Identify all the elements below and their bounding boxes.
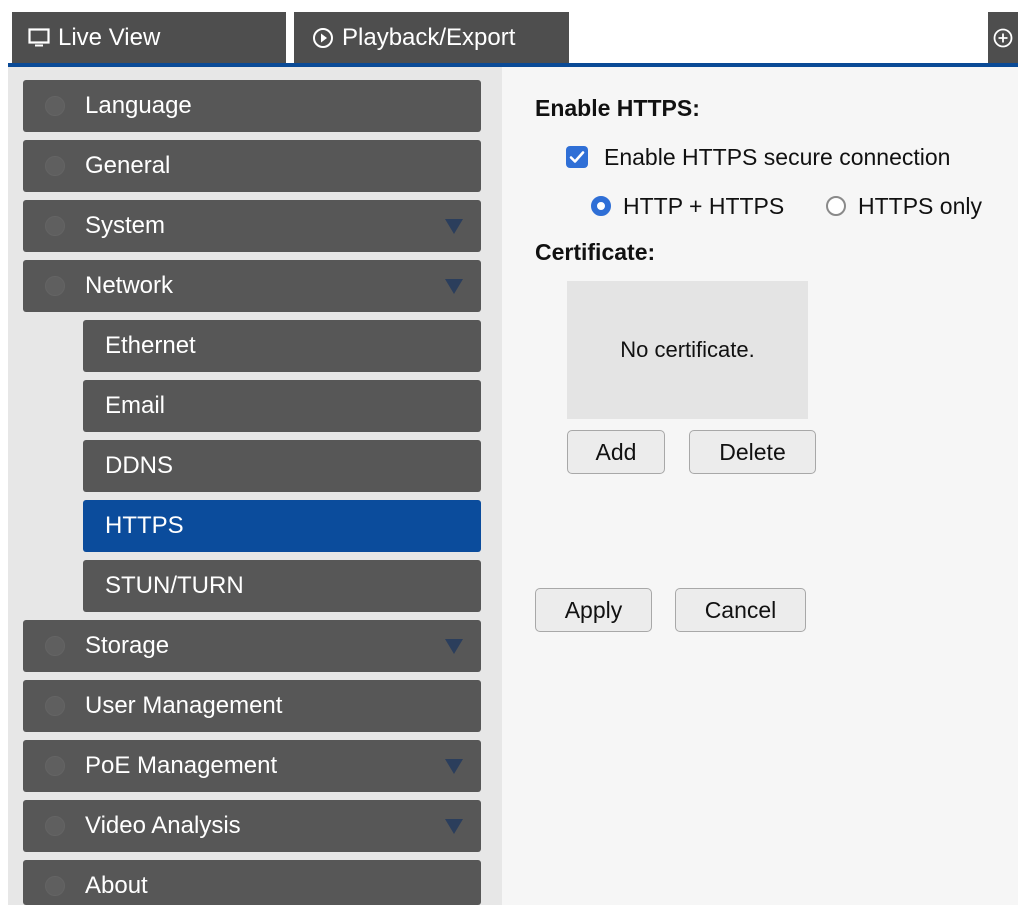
cancel-button[interactable]: Cancel [675,588,806,632]
settings-sidebar: Language General System Network Ethernet… [8,67,502,905]
radio-button-unselected[interactable] [826,196,846,216]
radio-https-only[interactable]: HTTPS only [826,191,982,221]
network-icon [45,276,65,296]
radio-button-selected[interactable] [591,196,611,216]
user-icon [45,696,65,716]
sidebar-item-label: Network [85,272,174,299]
general-icon [45,156,65,176]
sidebar-item-label: Video Analysis [85,812,241,839]
chevron-down-icon [445,219,463,234]
add-certificate-button[interactable]: Add [567,430,665,474]
tab-live-view[interactable]: Live View [12,12,286,64]
sidebar-item-label: About [85,872,148,899]
sidebar-item-poe-management[interactable]: PoE Management [23,740,481,792]
system-icon [45,216,65,236]
chevron-down-icon [445,759,463,774]
certificate-box: No certificate. [567,281,808,419]
certificate-status: No certificate. [620,337,755,362]
info-icon [45,876,65,896]
top-tab-bar: Live View Playback/Export [0,0,1018,68]
sidebar-subitem-ethernet[interactable]: Ethernet [83,320,481,372]
sidebar-item-system[interactable]: System [23,200,481,252]
sidebar-item-video-analysis[interactable]: Video Analysis [23,800,481,852]
delete-certificate-button[interactable]: Delete [689,430,816,474]
storage-icon [45,636,65,656]
sidebar-item-storage[interactable]: Storage [23,620,481,672]
sidebar-item-label: Language [85,92,192,119]
language-icon [45,96,65,116]
certificate-heading: Certificate: [535,239,656,265]
sidebar-subitem-label: Email [105,392,166,419]
sidebar-subitem-ddns[interactable]: DDNS [83,440,481,492]
sidebar-subitem-label: Ethernet [105,332,196,359]
radio-http-https[interactable]: HTTP + HTTPS [591,191,784,221]
sidebar-item-label: Storage [85,632,170,659]
radio-http-https-label: HTTP + HTTPS [623,192,785,219]
sidebar-subitem-email[interactable]: Email [83,380,481,432]
plus-circle-icon [992,27,1014,49]
chevron-down-icon [445,819,463,834]
radio-https-only-label: HTTPS only [858,192,982,219]
video-analysis-icon [45,816,65,836]
poe-icon [45,756,65,776]
sidebar-item-about[interactable]: About [23,860,481,905]
sidebar-item-user-management[interactable]: User Management [23,680,481,732]
sidebar-item-language[interactable]: Language [23,80,481,132]
sidebar-subitem-label: HTTPS [105,512,184,539]
sidebar-item-label: General [85,152,171,179]
tab-playback-export[interactable]: Playback/Export [294,12,569,64]
enable-https-checkbox[interactable] [566,146,588,168]
play-circle-icon [312,27,334,49]
monitor-icon [28,28,50,48]
apply-button[interactable]: Apply [535,588,652,632]
enable-https-heading: Enable HTTPS: [535,95,700,121]
sidebar-item-label: System [85,212,166,239]
sidebar-subitem-label: DDNS [105,452,174,479]
chevron-down-icon [445,279,463,294]
chevron-down-icon [445,639,463,654]
sidebar-item-label: User Management [85,692,283,719]
sidebar-subitem-stun-turn[interactable]: STUN/TURN [83,560,481,612]
enable-https-checkbox-row[interactable]: Enable HTTPS secure connection [566,142,950,172]
tab-playback-export-label: Playback/Export [342,24,516,51]
checkmark-icon [569,151,585,163]
tab-live-view-label: Live View [58,24,161,51]
sidebar-subitem-label: STUN/TURN [105,572,244,599]
sidebar-item-network[interactable]: Network [23,260,481,312]
enable-https-checkbox-label: Enable HTTPS secure connection [604,143,951,170]
tab-settings-partial[interactable] [988,12,1018,64]
sidebar-subitem-https[interactable]: HTTPS [83,500,481,552]
sidebar-item-general[interactable]: General [23,140,481,192]
sidebar-item-label: PoE Management [85,752,278,779]
